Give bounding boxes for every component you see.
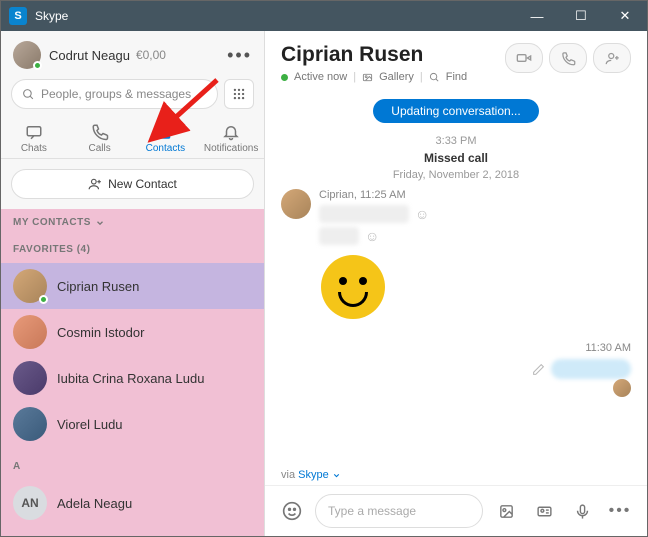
- contact-avatar: AN: [13, 486, 47, 520]
- conversation-body: 3:33 PM Missed call Friday, November 2, …: [265, 127, 647, 465]
- maximize-button[interactable]: ☐: [559, 1, 603, 31]
- react-icon[interactable]: ☺: [365, 228, 379, 244]
- read-receipt-avatar: [613, 379, 631, 397]
- chevron-down-icon: [332, 471, 341, 480]
- search-icon: [22, 88, 35, 101]
- my-contacts-header[interactable]: MY CONTACTS: [1, 209, 264, 236]
- tab-chats[interactable]: Chats: [1, 117, 67, 158]
- compose-bar: Type a message •••: [265, 485, 647, 536]
- find-icon: [429, 72, 440, 83]
- mic-icon: [574, 503, 591, 520]
- mic-button[interactable]: [567, 496, 597, 526]
- contact-avatar: [13, 315, 47, 349]
- contacts-list: MY CONTACTS FAVORITES (4) Ciprian Rusen …: [1, 209, 264, 536]
- titlebar: S Skype — ☐ ✕: [1, 1, 647, 31]
- add-person-icon: [605, 51, 620, 66]
- message-input[interactable]: Type a message: [315, 494, 483, 528]
- outgoing-message: [281, 359, 631, 379]
- search-placeholder: People, groups & messages: [41, 87, 191, 101]
- contact-item[interactable]: Iubita Crina Roxana Ludu: [1, 355, 264, 401]
- conversation-title: Ciprian Rusen: [281, 43, 467, 67]
- add-person-icon: [88, 177, 102, 191]
- profile-avatar: [13, 41, 41, 69]
- date-label: Friday, November 2, 2018: [281, 169, 631, 181]
- minimize-button[interactable]: —: [515, 1, 559, 31]
- presence-dot: [39, 295, 48, 304]
- contact-name: Cosmin Istodor: [57, 325, 144, 340]
- dialpad-button[interactable]: [224, 79, 254, 109]
- add-people-button[interactable]: [593, 43, 631, 73]
- profile-name: Codrut Neagu: [49, 48, 130, 63]
- attach-file-button[interactable]: [491, 496, 521, 526]
- message-redacted: [551, 359, 631, 379]
- tab-calls[interactable]: Calls: [67, 117, 133, 158]
- incoming-message: Ciprian, 11:25 AM ☺ ☺: [281, 189, 631, 319]
- contact-avatar: [13, 269, 47, 303]
- contact-card-button[interactable]: [529, 496, 559, 526]
- edit-icon[interactable]: [532, 363, 545, 376]
- more-icon: •••: [609, 502, 632, 520]
- bell-icon: [222, 123, 240, 141]
- phone-icon: [91, 123, 109, 141]
- contact-name: Iubita Crina Roxana Ludu: [57, 371, 204, 386]
- sender-avatar: [281, 189, 311, 219]
- tab-contacts[interactable]: Contacts: [133, 117, 199, 158]
- window-title: Skype: [35, 9, 515, 23]
- more-icon[interactable]: •••: [227, 45, 252, 66]
- audio-call-button[interactable]: [549, 43, 587, 73]
- card-icon: [536, 503, 553, 520]
- sidebar: Codrut Neagu €0,00 ••• People, groups & …: [1, 31, 265, 536]
- file-icon: [498, 503, 515, 520]
- gallery-link[interactable]: Gallery: [379, 71, 414, 83]
- updating-pill: Updating conversation...: [373, 99, 538, 123]
- more-button[interactable]: •••: [605, 496, 635, 526]
- new-contact-button[interactable]: New Contact: [11, 169, 254, 199]
- phone-icon: [561, 51, 576, 66]
- missed-call-label: Missed call: [281, 151, 631, 165]
- close-button[interactable]: ✕: [603, 1, 647, 31]
- emoji-button[interactable]: [277, 496, 307, 526]
- skype-link[interactable]: Skype: [298, 469, 329, 481]
- contact-avatar: [13, 407, 47, 441]
- react-icon[interactable]: ☺: [415, 206, 429, 222]
- contacts-icon: [156, 123, 174, 141]
- find-link[interactable]: Find: [446, 71, 467, 83]
- chevron-down-icon: [95, 218, 105, 228]
- contact-item[interactable]: Ciprian Rusen: [1, 263, 264, 309]
- contact-item[interactable]: Viorel Ludu: [1, 401, 264, 447]
- contact-item[interactable]: Cosmin Istodor: [1, 309, 264, 355]
- contact-name: Ciprian Rusen: [57, 279, 139, 294]
- dialpad-icon: [232, 87, 246, 101]
- section-a-header: A: [1, 453, 264, 480]
- profile-row[interactable]: Codrut Neagu €0,00 •••: [1, 31, 264, 75]
- nav-tabs: Chats Calls Contacts Notifications: [1, 117, 264, 159]
- video-call-button[interactable]: [505, 43, 543, 73]
- emoji-icon: [282, 501, 302, 521]
- status-text: Active now: [294, 71, 347, 83]
- conversation-pane: Ciprian Rusen Active now | Gallery | Fin…: [265, 31, 647, 536]
- video-icon: [516, 50, 532, 66]
- chat-icon: [25, 123, 43, 141]
- time-label: 3:33 PM: [281, 135, 631, 147]
- contact-name: Adela Neagu: [57, 496, 132, 511]
- presence-dot: [33, 61, 42, 70]
- search-input[interactable]: People, groups & messages: [11, 79, 218, 109]
- conversation-header: Ciprian Rusen Active now | Gallery | Fin…: [265, 31, 647, 87]
- message-redacted: [319, 205, 409, 223]
- contact-name: Viorel Ludu: [57, 417, 123, 432]
- sender-line: Ciprian, 11:25 AM: [319, 189, 429, 201]
- contact-item[interactable]: AN Adela Neagu: [1, 480, 264, 526]
- message-placeholder: Type a message: [328, 504, 416, 518]
- contact-avatar: [13, 361, 47, 395]
- presence-dot: [281, 74, 288, 81]
- tab-notifications[interactable]: Notifications: [198, 117, 264, 158]
- smiley-emoji: [321, 255, 385, 319]
- via-skype: via Skype: [265, 465, 647, 485]
- skype-app-icon: S: [9, 7, 27, 25]
- gallery-icon: [362, 72, 373, 83]
- profile-balance: €0,00: [136, 48, 166, 62]
- out-time: 11:30 AM: [585, 342, 631, 354]
- message-redacted: [319, 227, 359, 245]
- favorites-header: FAVORITES (4): [1, 236, 264, 263]
